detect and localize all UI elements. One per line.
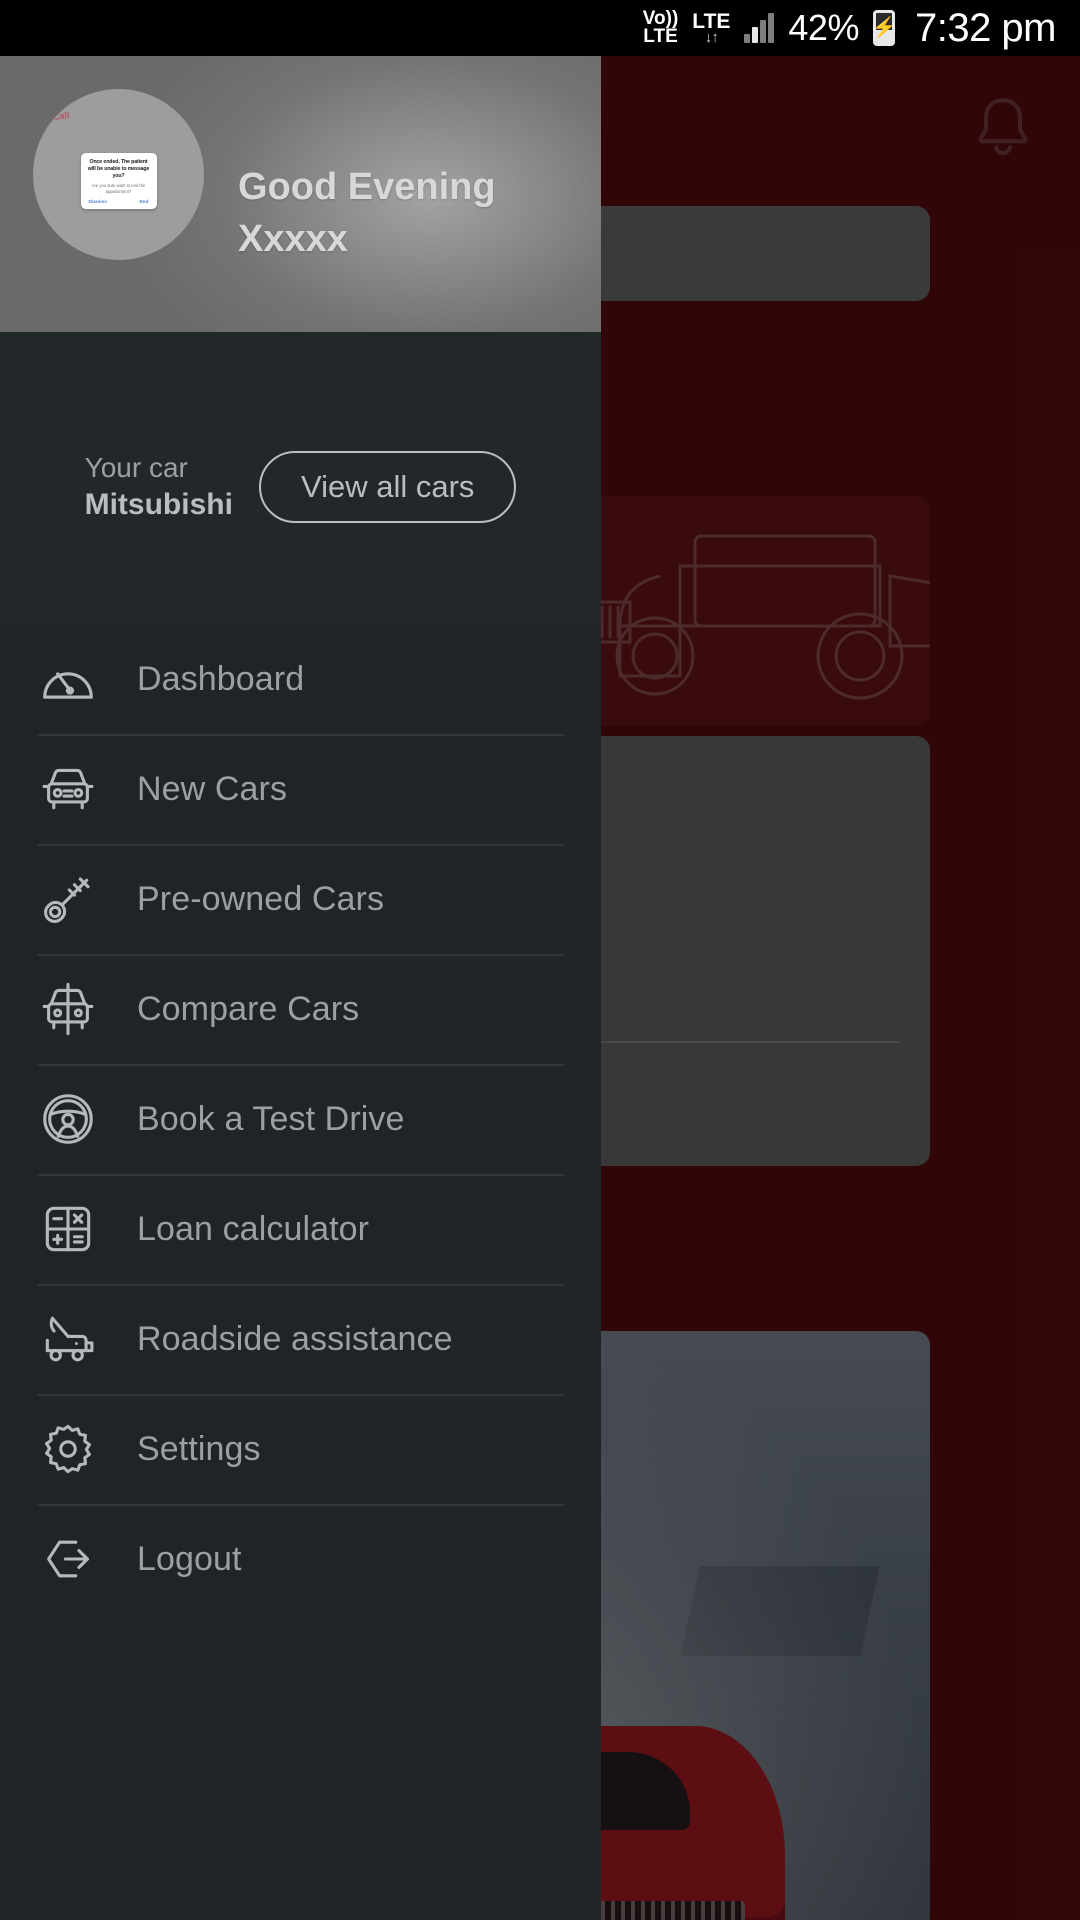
data-transfer-arrows-icon: ↓↑ bbox=[704, 29, 719, 46]
status-bar-icons: Vo)) LTE LTE ↓↑ 42% ⚡ 7:32 pm bbox=[643, 5, 1057, 51]
tow-truck-icon bbox=[37, 1308, 99, 1370]
menu-item-loan-calculator[interactable]: Loan calculator bbox=[37, 1174, 564, 1284]
your-car-text: Your car Mitsubishi bbox=[85, 450, 233, 524]
drawer-header: Call Once ended, The patient will be una… bbox=[0, 56, 601, 332]
your-car-label: Your car bbox=[84, 452, 188, 483]
signal-strength-icon bbox=[744, 13, 775, 43]
menu-item-label: Book a Test Drive bbox=[137, 1099, 405, 1138]
menu-item-settings[interactable]: Settings bbox=[37, 1394, 564, 1504]
menu-item-new-cars[interactable]: New Cars bbox=[37, 734, 564, 844]
gear-icon bbox=[37, 1418, 99, 1480]
avatar[interactable]: Call Once ended, The patient will be una… bbox=[33, 89, 204, 260]
user-name: Xxxxx bbox=[238, 217, 348, 260]
avatar-embedded-dialog: Once ended, The patient will be unable t… bbox=[80, 153, 157, 210]
car-key-icon bbox=[37, 868, 99, 930]
your-car-section: Your car Mitsubishi View all cars bbox=[0, 332, 601, 624]
menu-item-roadside-assistance[interactable]: Roadside assistance bbox=[37, 1284, 564, 1394]
lte-indicator: LTE ↓↑ bbox=[692, 11, 730, 45]
menu-item-book-a-test-drive[interactable]: Book a Test Drive bbox=[37, 1064, 564, 1174]
volte-indicator: Vo)) LTE bbox=[643, 9, 679, 47]
your-car-row: Your car Mitsubishi View all cars bbox=[0, 450, 601, 524]
menu-item-dashboard[interactable]: Dashboard bbox=[37, 624, 564, 734]
menu-item-label: Logout bbox=[137, 1539, 242, 1578]
view-all-cars-button[interactable]: View all cars bbox=[258, 451, 517, 524]
menu-item-label: Settings bbox=[137, 1429, 261, 1468]
menu-item-compare-cars[interactable]: Compare Cars bbox=[37, 954, 564, 1064]
menu-item-label: Dashboard bbox=[137, 659, 305, 698]
status-bar: Vo)) LTE LTE ↓↑ 42% ⚡ 7:32 pm bbox=[0, 0, 1080, 56]
embedded-dialog-end-button: End bbox=[139, 200, 149, 206]
greeting-text: Good Evening bbox=[238, 166, 496, 208]
menu-item-label: New Cars bbox=[137, 769, 288, 808]
avatar-badge-label: Call bbox=[52, 110, 70, 122]
clock: 7:32 pm bbox=[914, 5, 1057, 50]
navigation-drawer: Call Once ended, The patient will be una… bbox=[0, 56, 601, 1920]
menu-item-label: Loan calculator bbox=[137, 1209, 370, 1248]
drawer-menu: Dashboard New Cars Pre-owned Cars Compar… bbox=[0, 624, 601, 1920]
phone-screen: Call Once ended, The patient will be una… bbox=[0, 0, 1080, 1920]
menu-item-label: Pre-owned Cars bbox=[137, 879, 385, 918]
embedded-dialog-actions: Dismiss End bbox=[86, 200, 152, 205]
battery-charging-icon: ⚡ bbox=[872, 10, 895, 46]
your-car-value: Mitsubishi bbox=[84, 487, 233, 521]
battery-percentage: 42% bbox=[788, 7, 859, 48]
calculator-icon bbox=[37, 1198, 99, 1260]
embedded-dialog-dismiss-button: Dismiss bbox=[88, 200, 107, 206]
menu-item-label: Roadside assistance bbox=[137, 1319, 453, 1358]
steering-wheel-icon bbox=[37, 1088, 99, 1150]
car-front-icon bbox=[37, 758, 99, 820]
embedded-dialog-body: Are you sure want to end the appointment… bbox=[91, 182, 146, 194]
volte-bottom-text: LTE bbox=[643, 26, 678, 47]
compare-cars-icon bbox=[37, 978, 99, 1040]
menu-item-label: Compare Cars bbox=[137, 989, 360, 1028]
greeting-block: Good Evening Xxxxx bbox=[238, 164, 496, 263]
speedometer-icon bbox=[37, 648, 99, 710]
embedded-dialog-title: Once ended, The patient will be unable t… bbox=[87, 159, 150, 180]
logout-icon bbox=[37, 1528, 99, 1590]
menu-item-logout[interactable]: Logout bbox=[37, 1504, 564, 1614]
menu-item-pre-owned-cars[interactable]: Pre-owned Cars bbox=[37, 844, 564, 954]
